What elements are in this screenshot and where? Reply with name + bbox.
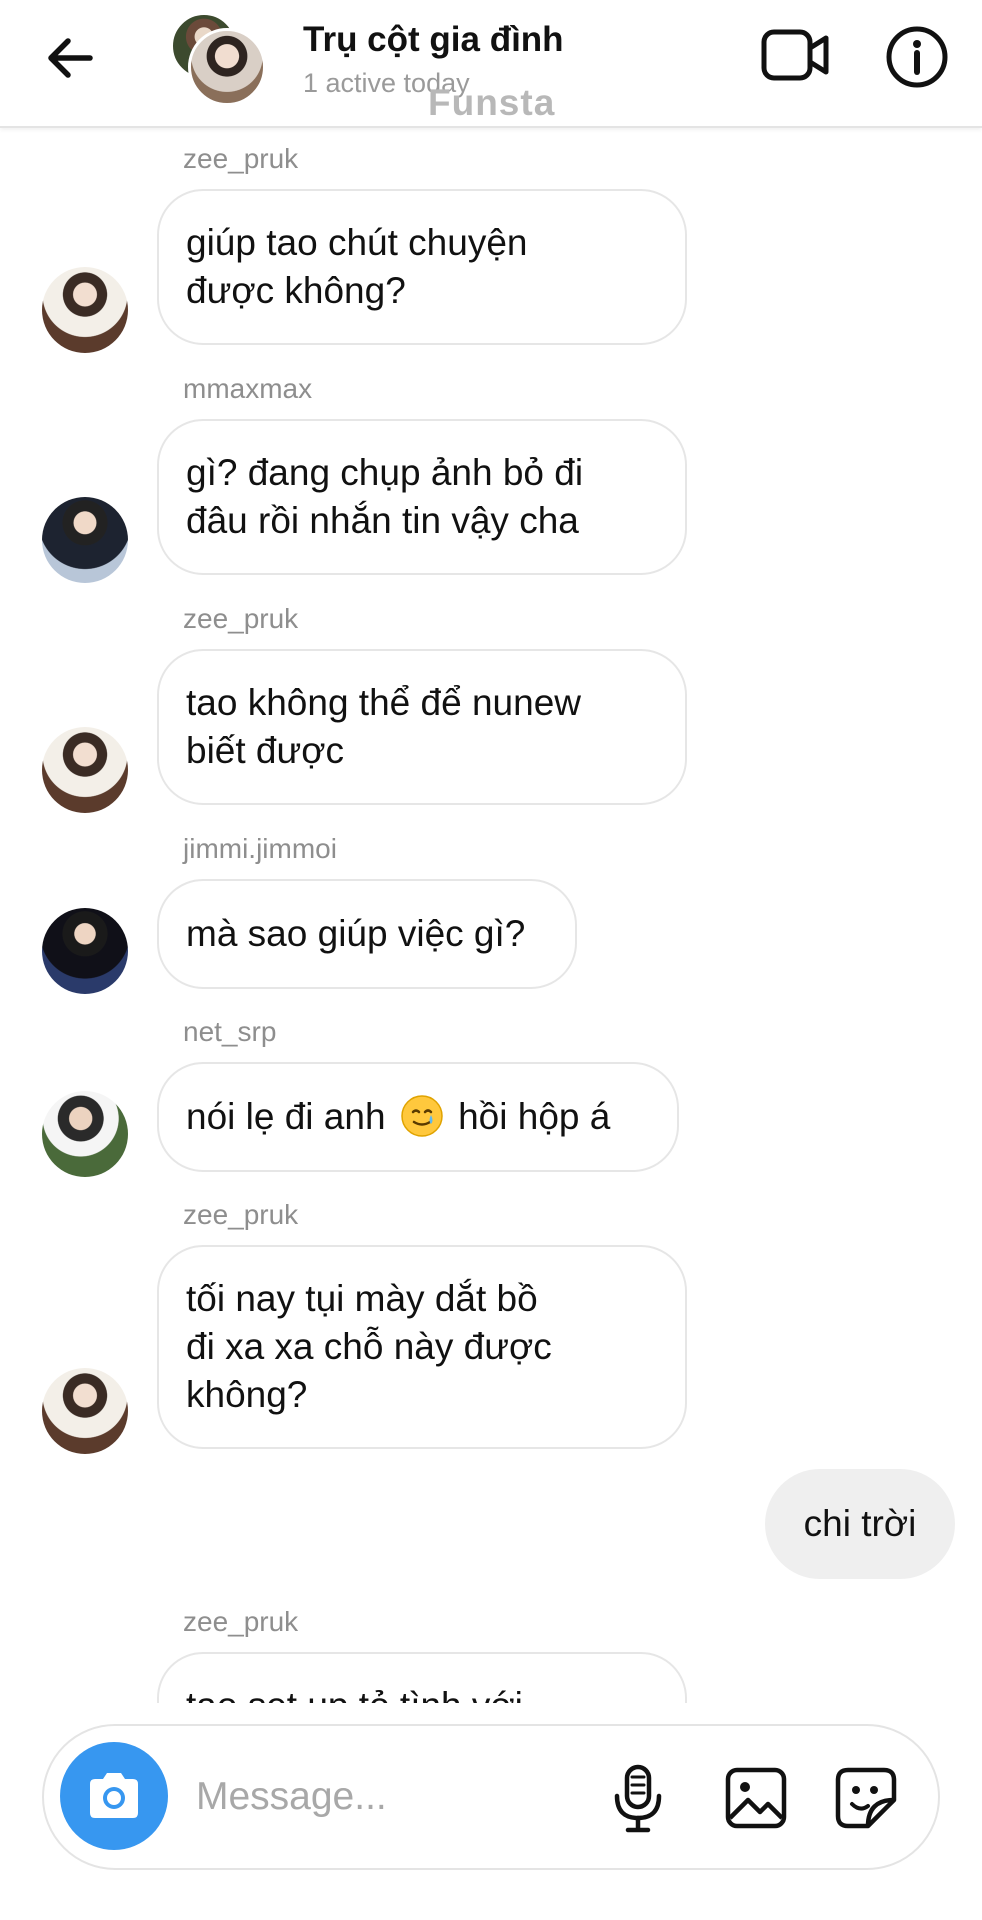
message-text: nói lẹ đi anh bbox=[186, 1095, 386, 1137]
group-avatar-front bbox=[188, 28, 266, 106]
message-line: đâu rồi nhắn tin vậy cha bbox=[186, 500, 579, 541]
sender-name: jimmi.jimmoi bbox=[183, 833, 337, 864]
avatar[interactable] bbox=[42, 497, 128, 583]
message-line: gì? đang chụp ảnh bỏ đi bbox=[186, 452, 584, 493]
video-call-icon bbox=[761, 29, 829, 81]
message-line: biết được bbox=[186, 730, 345, 771]
message-line: được không? bbox=[186, 270, 406, 311]
info-icon bbox=[886, 26, 948, 88]
sticker-button[interactable] bbox=[834, 1766, 898, 1830]
avatar[interactable] bbox=[42, 908, 128, 994]
avatar[interactable] bbox=[42, 267, 128, 353]
message-list[interactable]: zee_pruk giúp tao chút chuyện được không… bbox=[0, 128, 982, 1703]
my-message-bubble[interactable]: chi trời bbox=[765, 1469, 955, 1579]
chat-title[interactable]: Trụ cột gia đình bbox=[303, 20, 564, 60]
avatar[interactable] bbox=[42, 1368, 128, 1454]
arrow-left-icon bbox=[48, 38, 93, 78]
voice-message-button[interactable] bbox=[610, 1764, 666, 1834]
microphone-icon bbox=[614, 1764, 662, 1833]
message-bubble[interactable]: tao không thể để nunew biết được bbox=[157, 649, 687, 805]
sender-name: zee_pruk bbox=[183, 603, 299, 634]
message-line: tao set up tỏ tình với bbox=[186, 1682, 523, 1703]
watermark: Funsta bbox=[428, 82, 556, 123]
camera-button[interactable] bbox=[60, 1742, 168, 1850]
video-call-button[interactable] bbox=[760, 24, 830, 86]
camera-icon bbox=[90, 1773, 138, 1818]
message-input[interactable] bbox=[194, 1766, 598, 1828]
sender-name: zee_pruk bbox=[183, 1199, 299, 1230]
message-bubble[interactable]: tao set up tỏ tình với bbox=[157, 1652, 687, 1703]
avatar[interactable] bbox=[42, 727, 128, 813]
message-line: nói lẹ đi anh hồi hộp á bbox=[186, 1093, 610, 1141]
message-line: không? bbox=[186, 1374, 308, 1415]
message-bubble[interactable]: nói lẹ đi anh hồi hộp á bbox=[157, 1062, 679, 1172]
message-line: tối nay tụi mày dắt bồ bbox=[186, 1278, 538, 1319]
gallery-icon bbox=[725, 1767, 787, 1829]
info-button[interactable] bbox=[884, 24, 950, 90]
message-composer bbox=[42, 1724, 940, 1870]
avatar[interactable] bbox=[42, 1091, 128, 1177]
message-bubble[interactable]: gì? đang chụp ảnh bỏ đi đâu rồi nhắn tin… bbox=[157, 419, 687, 575]
sender-name: zee_pruk bbox=[183, 143, 299, 174]
message-line: tao không thể để nunew bbox=[186, 682, 581, 723]
sender-name: mmaxmax bbox=[183, 373, 313, 404]
message-bubble[interactable]: mà sao giúp việc gì? bbox=[157, 879, 577, 989]
message-bubble[interactable]: tối nay tụi mày dắt bồ đi xa xa chỗ này … bbox=[157, 1245, 687, 1449]
smiling-tear-emoji-icon bbox=[401, 1095, 443, 1137]
message-text: hồi hộp á bbox=[458, 1095, 611, 1137]
message-line: mà sao giúp việc gì? bbox=[186, 913, 526, 954]
sticker-icon bbox=[835, 1767, 897, 1829]
group-avatar[interactable] bbox=[170, 12, 266, 106]
message-bubble[interactable]: giúp tao chút chuyện được không? bbox=[157, 189, 687, 345]
back-button[interactable] bbox=[40, 28, 100, 88]
sender-name: net_srp bbox=[183, 1016, 277, 1047]
message-line: giúp tao chút chuyện bbox=[186, 222, 528, 263]
message-line: đi xa xa chỗ này được bbox=[186, 1326, 552, 1367]
sender-name: zee_pruk bbox=[183, 1606, 299, 1637]
gallery-button[interactable] bbox=[724, 1766, 788, 1830]
chat-header: Trụ cột gia đình 1 active today Funsta bbox=[0, 0, 982, 128]
